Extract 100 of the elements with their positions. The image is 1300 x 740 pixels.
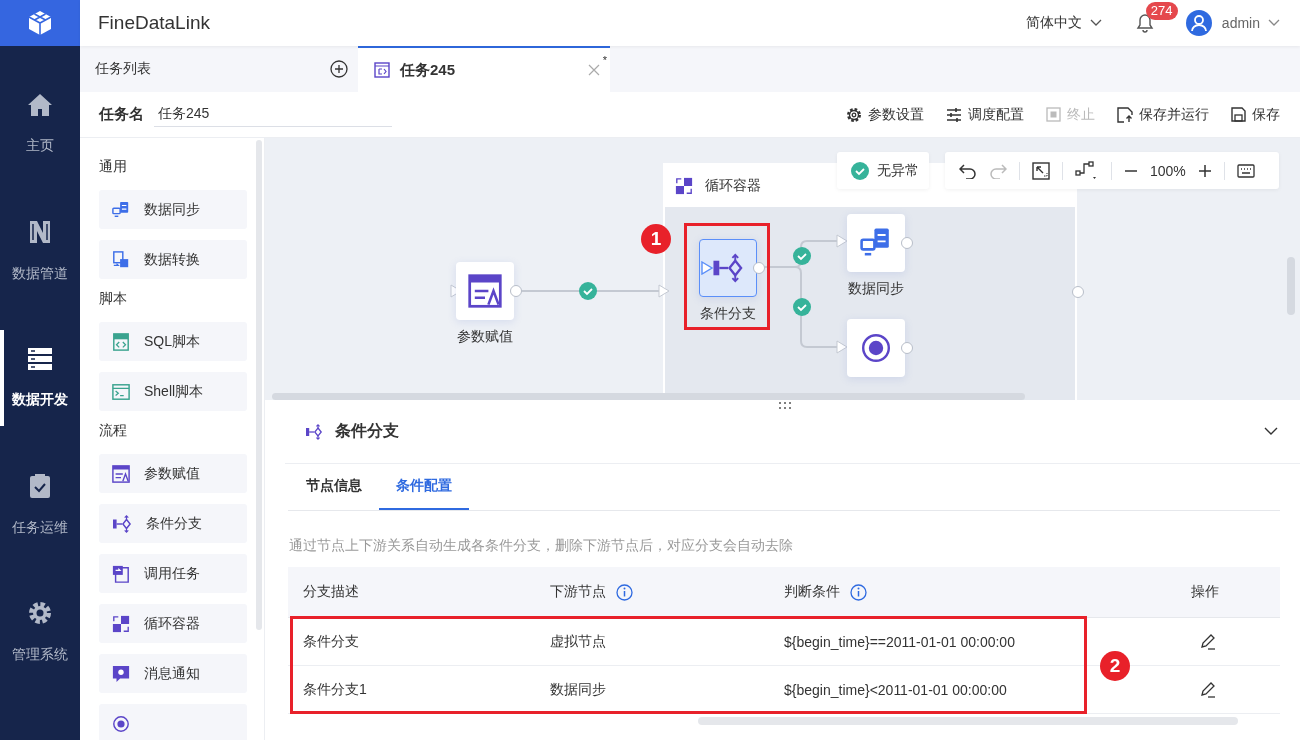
panel-tab[interactable]: 节点信息 (289, 464, 379, 510)
palette-group-title: 脚本 (99, 290, 128, 308)
annotation-marker: 2 (1100, 651, 1130, 681)
panel-title: 条件分支 (335, 421, 399, 441)
chevron-down-icon (1089, 19, 1102, 27)
success-check-icon (793, 298, 811, 316)
container-title: 循环容器 (705, 177, 761, 195)
branch-icon (112, 514, 132, 533)
sql-script-icon (112, 332, 130, 351)
sync-servers-icon (112, 200, 130, 219)
table-cell: 虚拟节点 (550, 632, 606, 651)
task-node[interactable] (699, 239, 757, 297)
loop-container-icon (112, 614, 130, 633)
logo-tile[interactable] (0, 0, 80, 46)
notification-bell-icon[interactable] (1135, 13, 1154, 33)
palette-item[interactable]: SQL脚本 (99, 322, 247, 361)
table-cell: ${begin_time}<2011-01-01 00:00:00 (784, 681, 1007, 698)
undo-icon[interactable] (959, 162, 977, 179)
save-run-icon (1117, 106, 1133, 123)
chevron-down-icon[interactable] (1264, 427, 1278, 436)
annotation-marker: 1 (641, 224, 671, 254)
palette-item[interactable]: 数据转换 (99, 240, 247, 279)
language-dropdown[interactable]: 简体中文 (1025, 14, 1102, 32)
user-menu[interactable]: admin (1221, 15, 1280, 31)
notification-count: 274 (1145, 2, 1178, 20)
success-check-icon (579, 282, 597, 300)
fit-view-icon[interactable] (1032, 161, 1050, 180)
palette-item[interactable]: 消息通知 (99, 654, 247, 693)
table-cell: 条件分支 (303, 632, 359, 651)
nav-item[interactable]: 任务运维 (0, 457, 80, 553)
cube-logo-icon (26, 9, 54, 37)
script-file-icon (374, 62, 390, 78)
success-check-icon (851, 161, 869, 180)
transform-icon (112, 250, 130, 269)
layout-icon[interactable] (1075, 160, 1099, 181)
palette-item[interactable]: 调用任务 (99, 554, 247, 593)
keyboard-icon[interactable] (1236, 163, 1255, 178)
target-icon (112, 714, 130, 733)
success-check-icon (793, 247, 811, 265)
toolbar-button[interactable]: 保存 (1231, 105, 1280, 124)
info-icon[interactable] (850, 583, 867, 601)
task-node[interactable] (456, 262, 514, 320)
message-icon (112, 664, 130, 683)
toolbar-button[interactable]: 参数设置 (846, 105, 924, 124)
zoom-level: 100% (1150, 162, 1186, 179)
pipeline-icon (28, 219, 52, 245)
node-label: 条件分支 (699, 305, 757, 323)
parameter-assign-icon (112, 464, 130, 483)
unsaved-mark: * (602, 54, 607, 66)
parameter-assign-icon (468, 274, 502, 308)
palette-item[interactable]: 参数赋值 (99, 454, 247, 493)
chevron-down-icon (1268, 19, 1280, 27)
column-header: 下游节点 (550, 583, 606, 601)
server-stack-icon (27, 347, 53, 371)
zoom-in-icon[interactable] (1197, 163, 1212, 178)
info-icon[interactable] (616, 583, 633, 601)
palette-item[interactable]: 条件分支 (99, 504, 247, 543)
nav-item[interactable]: 数据管道 (0, 203, 80, 299)
clipboard-check-icon (29, 473, 51, 499)
branch-icon (712, 253, 744, 283)
node-label: 数据同步 (847, 280, 905, 298)
app-title: FineDataLink (98, 12, 210, 34)
nav-item[interactable]: 管理系统 (0, 584, 80, 680)
column-header: 操作 (1191, 583, 1219, 601)
toolbar-button[interactable]: 保存并运行 (1117, 105, 1209, 124)
task-tab[interactable]: 任务列表 (80, 46, 358, 92)
sliders-icon (946, 107, 962, 122)
settings-icon (27, 600, 53, 626)
palette-item[interactable]: 循环容器 (99, 604, 247, 643)
hint-text: 通过节点上下游关系自动生成各条件分支，删除下游节点后，对应分支会自动去除 (289, 537, 794, 555)
avatar-icon[interactable] (1185, 10, 1212, 36)
edit-icon[interactable] (1199, 632, 1217, 651)
branch-icon (305, 423, 323, 440)
flow-canvas[interactable]: 循环容器 参数赋值 条件分支 数据同步 1 无异常 100% (265, 138, 1300, 400)
input-port-icon (658, 284, 670, 298)
task-node[interactable] (847, 214, 905, 272)
nav-item[interactable]: 主页 (0, 76, 80, 172)
toolbar-button[interactable]: 调度配置 (946, 105, 1024, 124)
palette-group-title: 通用 (99, 158, 128, 176)
add-icon[interactable] (330, 60, 348, 78)
home-icon (27, 93, 53, 117)
call-task-icon (112, 564, 130, 583)
stop-icon (1046, 107, 1061, 122)
table-cell: 数据同步 (550, 680, 606, 699)
save-icon (1231, 107, 1246, 122)
column-header: 判断条件 (784, 583, 840, 601)
palette-item[interactable]: 数据同步 (99, 190, 247, 229)
task-tab[interactable]: 任务245 * (358, 46, 610, 92)
edit-icon[interactable] (1199, 680, 1217, 699)
settings-icon (846, 106, 862, 123)
palette-group-title: 流程 (99, 422, 128, 440)
target-icon (860, 332, 892, 364)
table-cell: ${begin_time}==2011-01-01 00:00:00 (784, 633, 1015, 650)
task-node[interactable] (847, 319, 905, 377)
resize-handle-icon[interactable] (778, 401, 792, 409)
input-port-icon (701, 261, 713, 275)
loop-container-icon (675, 177, 693, 195)
palette-item[interactable]: Shell脚本 (99, 372, 247, 411)
panel-tab[interactable]: 条件配置 (379, 464, 469, 510)
terminal-icon (112, 382, 130, 401)
